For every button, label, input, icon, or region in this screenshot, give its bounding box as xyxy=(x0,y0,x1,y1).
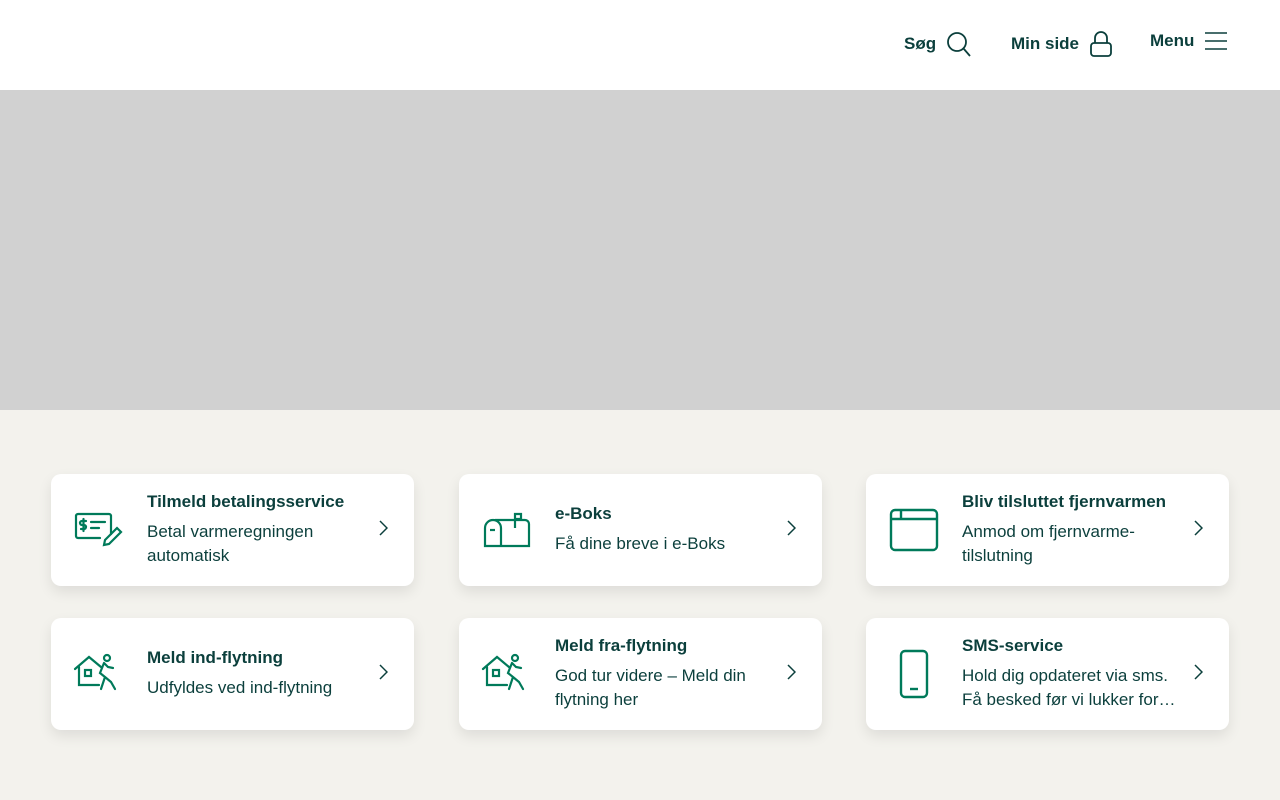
service-card[interactable]: Bliv tilsluttet fjernvarmen Anmod om fjer… xyxy=(866,474,1229,586)
payment-check-icon xyxy=(51,510,147,550)
chevron-right-icon xyxy=(1193,663,1229,685)
mobile-phone-icon xyxy=(866,648,962,700)
search-icon xyxy=(947,32,971,57)
service-card[interactable]: Meld ind-flytning Udfyldes ved ind-flytni… xyxy=(51,618,414,730)
my-page-button[interactable]: Min side xyxy=(1011,30,1113,58)
house-moving-icon xyxy=(51,653,147,695)
browser-window-icon xyxy=(866,507,962,553)
lock-icon xyxy=(1090,31,1112,57)
card-title: Meld ind-flytning xyxy=(147,648,283,667)
card-description: Betal varmeregningen automatisk xyxy=(147,522,314,565)
hero-image xyxy=(0,90,1280,410)
site-header: Søg Min side Menu xyxy=(0,0,1280,90)
card-description: God tur videre – Meld din flytning her xyxy=(555,666,746,709)
service-card[interactable]: e-Boks Få dine breve i e-Boks xyxy=(459,474,822,586)
menu-label: Menu xyxy=(1150,31,1195,50)
service-card[interactable]: Tilmeld betalingsservice Betal varmeregni… xyxy=(51,474,414,586)
chevron-right-icon xyxy=(1193,519,1229,541)
search-label: Søg xyxy=(904,34,937,53)
mailbox-icon xyxy=(459,510,555,550)
card-title: Bliv tilsluttet fjernvarmen xyxy=(962,492,1167,511)
menu-button[interactable]: Menu xyxy=(1150,30,1228,52)
card-title: SMS-service xyxy=(962,636,1064,655)
card-description: Hold dig opdateret via sms. Få besked fø… xyxy=(962,666,1176,709)
house-moving-icon xyxy=(459,653,555,695)
card-title: Meld fra-flytning xyxy=(555,636,688,655)
card-description: Få dine breve i e-Boks xyxy=(555,534,726,553)
service-card[interactable]: Meld fra-flytning God tur videre – Meld d… xyxy=(459,618,822,730)
chevron-right-icon xyxy=(378,519,414,541)
hamburger-icon xyxy=(1205,32,1228,50)
card-description: Anmod om fjernvarme-tilslutning xyxy=(962,522,1135,565)
card-description: Udfyldes ved ind-flytning xyxy=(147,678,333,697)
my-page-label: Min side xyxy=(1011,34,1080,53)
card-title: e-Boks xyxy=(555,504,612,523)
service-card[interactable]: SMS-service Hold dig opdateret via sms. F… xyxy=(866,618,1229,730)
chevron-right-icon xyxy=(786,519,822,541)
card-title: Tilmeld betalingsservice xyxy=(147,492,345,511)
chevron-right-icon xyxy=(786,663,822,685)
search-button[interactable]: Søg xyxy=(904,30,972,58)
chevron-right-icon xyxy=(378,663,414,685)
